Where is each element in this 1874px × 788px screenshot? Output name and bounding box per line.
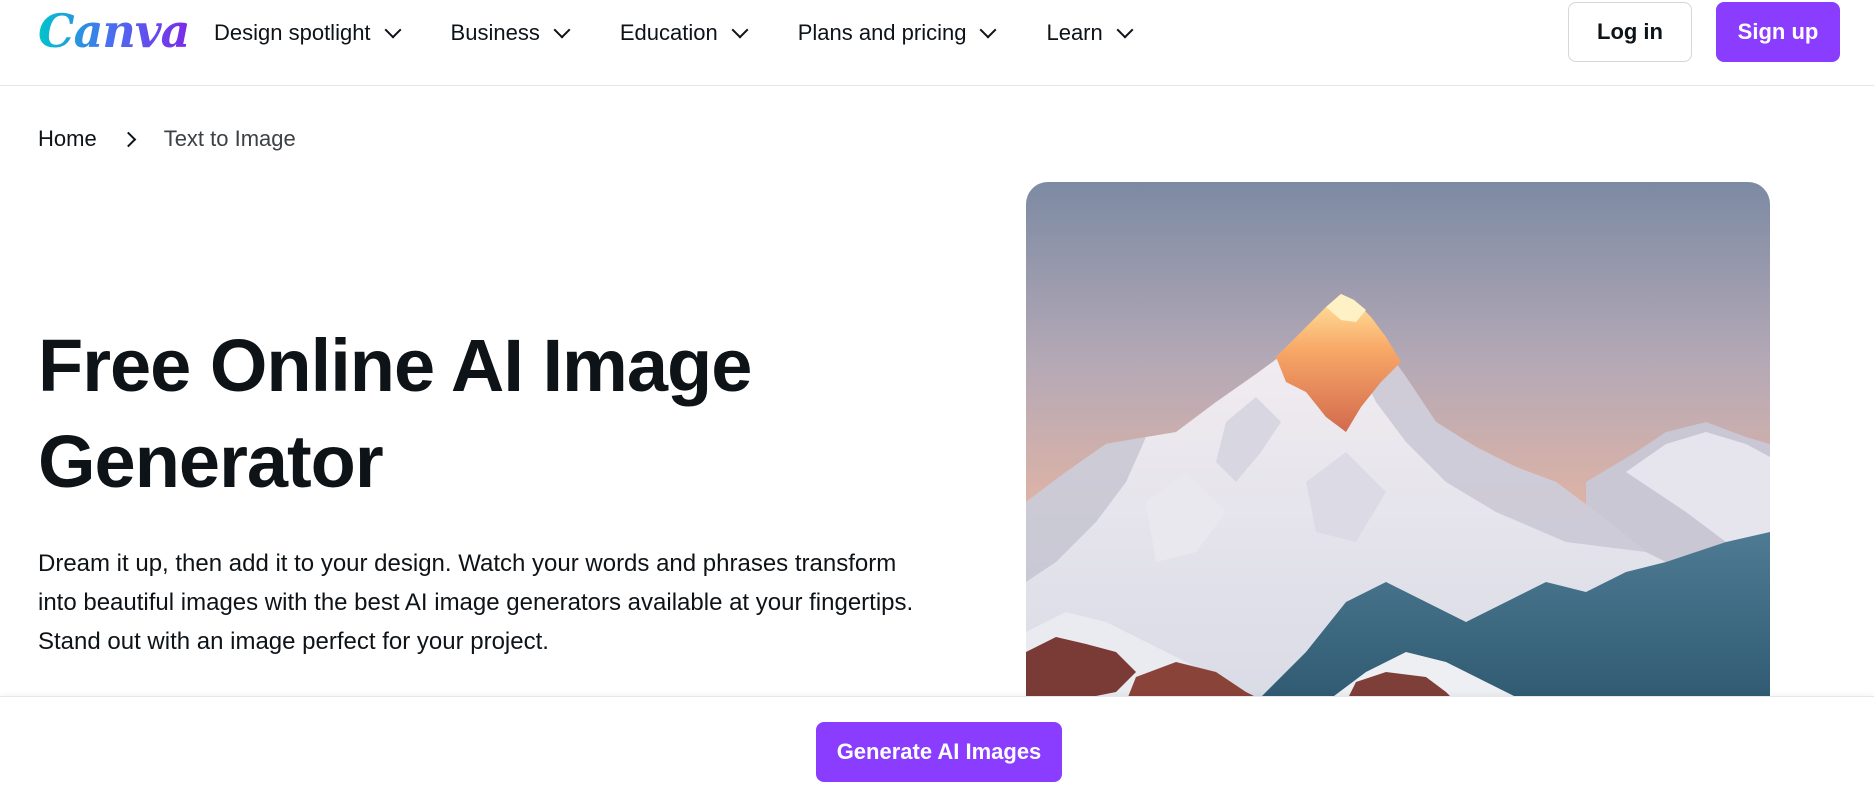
- breadcrumb-home-link[interactable]: Home: [38, 126, 97, 152]
- breadcrumb-current: Text to Image: [163, 126, 296, 151]
- main-nav: Design spotlight Business Education Plan…: [214, 0, 1183, 66]
- signup-button[interactable]: Sign up: [1716, 2, 1840, 62]
- chevron-down-icon: [979, 21, 997, 39]
- page-title-line-2: Generator: [38, 420, 384, 503]
- generate-ai-images-button[interactable]: Generate AI Images: [816, 722, 1062, 782]
- nav-item-learn[interactable]: Learn: [1046, 20, 1134, 46]
- sticky-cta-bar: Generate AI Images: [0, 696, 1874, 788]
- mountain-illustration: [1026, 182, 1770, 702]
- nav-item-label: Business: [450, 20, 540, 45]
- chevron-right-icon: [120, 131, 136, 147]
- nav-item-education[interactable]: Education: [619, 20, 749, 46]
- nav-item-business[interactable]: Business: [450, 20, 571, 46]
- nav-item-design-spotlight[interactable]: Design spotlight: [214, 20, 402, 46]
- nav-item-plans-and-pricing[interactable]: Plans and pricing: [797, 20, 997, 46]
- nav-item-label: Education: [619, 20, 718, 45]
- nav-item-label: Design spotlight: [214, 20, 371, 45]
- nav-item-label: Learn: [1046, 20, 1103, 45]
- hero-mountain-image: [1026, 182, 1770, 702]
- page-title: Free Online AI Image Generator: [38, 318, 938, 510]
- chevron-down-icon: [384, 21, 402, 39]
- hero-description: Dream it up, then add it to your design.…: [38, 550, 914, 655]
- breadcrumb: Home Text to Image: [38, 126, 296, 152]
- canva-logo[interactable]: Canva: [38, 4, 190, 58]
- chevron-down-icon: [553, 21, 571, 39]
- site-header: Canva Design spotlight Business Educatio…: [0, 0, 1874, 86]
- chevron-down-icon: [731, 21, 749, 39]
- nav-item-label: Plans and pricing: [797, 20, 967, 45]
- login-button[interactable]: Log in: [1568, 2, 1692, 62]
- page-title-line-1: Free Online AI Image: [38, 324, 752, 407]
- chevron-down-icon: [1116, 21, 1134, 39]
